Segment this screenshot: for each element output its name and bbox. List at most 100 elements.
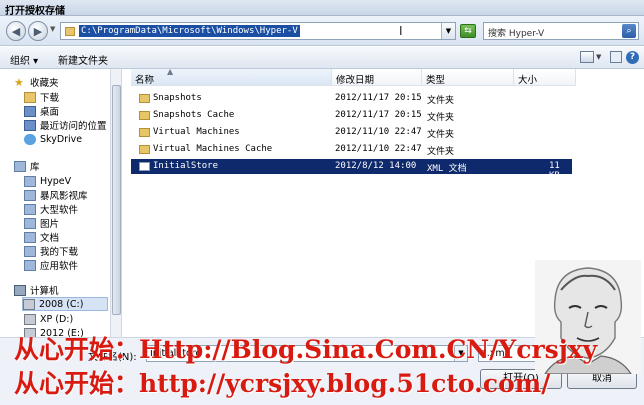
desktop-icon: [24, 105, 36, 117]
library-icon: [24, 175, 36, 187]
file-date: 2012/11/17 20:15: [335, 110, 422, 120]
computer-icon: [14, 284, 26, 296]
sidebar-item-pictures[interactable]: 图片: [24, 216, 59, 230]
organize-menu[interactable]: 组织 ▾: [10, 52, 38, 67]
help-icon[interactable]: ?: [626, 51, 639, 64]
xml-file-icon: [139, 162, 150, 171]
file-row-snapshots-cache[interactable]: Snapshots Cache 2012/11/17 20:15 文件夹: [131, 108, 572, 123]
folder-icon: [139, 111, 150, 120]
forward-button[interactable]: ▶: [28, 21, 48, 41]
sidebar-item-drive-d[interactable]: XP (D:): [24, 312, 73, 326]
address-path[interactable]: C:\ProgramData\Microsoft\Windows\Hyper-V: [79, 25, 300, 37]
sidebar-section-label: 计算机: [30, 286, 59, 297]
sidebar-item-label: 2008 (C:): [39, 298, 84, 310]
pictures-icon: [24, 217, 36, 229]
navigation-bar: ◀ ▶ ▼ C:\ProgramData\Microsoft\Windows\H…: [0, 16, 644, 46]
sidebar-item-label: SkyDrive: [40, 133, 83, 145]
sidebar-scrollbar[interactable]: [110, 69, 121, 337]
sidebar-item-label: 最近访问的位置: [40, 121, 107, 132]
sidebar-item-label: 我的下载: [40, 247, 79, 258]
command-toolbar: 组织 ▾ 新建文件夹 ▼ ?: [0, 47, 644, 69]
folder-icon: [139, 145, 150, 154]
sidebar-item-label: 文档: [40, 233, 60, 244]
column-header-type[interactable]: 类型: [422, 69, 514, 86]
search-placeholder: 搜索 Hyper-V: [488, 29, 545, 39]
search-input[interactable]: 搜索 Hyper-V ⌕: [483, 22, 639, 40]
arrow-left-icon: ◀: [11, 24, 21, 38]
file-row-snapshots[interactable]: Snapshots 2012/11/17 20:15 文件夹: [131, 91, 572, 106]
file-row-virtual-machines[interactable]: Virtual Machines 2012/11/10 22:47 文件夹: [131, 125, 572, 140]
sort-ascending-icon: ▲: [167, 67, 174, 76]
sidebar-item-label: 暴风影视库: [40, 191, 88, 202]
sidebar-item-recent-places[interactable]: 最近访问的位置: [24, 118, 107, 132]
file-name: Virtual Machines Cache: [153, 144, 273, 154]
sidebar-item-label: XP (D:): [40, 313, 74, 325]
watermark-line-2: 从心开始：http://ycrsjxy.blog.51cto.com/: [14, 369, 551, 398]
sidebar-item-label: 应用软件: [40, 261, 79, 272]
file-name: Snapshots: [153, 93, 202, 103]
file-date: 2012/8/12 14:00: [335, 161, 417, 171]
folder-icon: [139, 94, 150, 103]
file-name: InitialStore: [153, 161, 219, 171]
refresh-icon: ⇆: [464, 26, 472, 36]
refresh-button[interactable]: ⇆: [460, 24, 476, 38]
downloads-folder-icon: [24, 91, 36, 103]
file-row-initialstore[interactable]: InitialStore 2012/8/12 14:00 XML 文档 11 K…: [131, 159, 572, 181]
arrow-right-icon: ▶: [33, 24, 43, 38]
sidebar-section-label: 收藏夹: [30, 78, 59, 89]
sidebar-item-label: 大型软件: [40, 205, 79, 216]
sidebar-item-downloads[interactable]: 下载: [24, 90, 59, 104]
file-row-virtual-machines-cache[interactable]: Virtual Machines Cache 2012/11/10 22:47 …: [131, 142, 572, 157]
sidebar-computer-header[interactable]: 计算机: [14, 283, 59, 297]
sidebar-item-label: 图片: [40, 219, 60, 230]
file-type: 文件夹: [427, 147, 455, 157]
sidebar-item-applications[interactable]: 应用软件: [24, 258, 78, 272]
file-date: 2012/11/10 22:47: [335, 127, 422, 137]
sidebar-item-video-library[interactable]: 暴风影视库: [24, 188, 88, 202]
library-icon: [24, 189, 36, 201]
view-options-icon[interactable]: [580, 51, 594, 63]
sidebar-item-skydrive[interactable]: SkyDrive: [24, 132, 82, 146]
drive-icon: [23, 298, 35, 310]
library-icon: [14, 160, 26, 172]
sidebar-item-large-software[interactable]: 大型软件: [24, 202, 78, 216]
navigation-pane: ★ 收藏夹 下载 桌面 最近访问的位置 SkyDrive 库 HypeV 暴风影…: [0, 69, 122, 337]
address-dropdown-button[interactable]: ▼: [441, 23, 455, 39]
column-header-date[interactable]: 修改日期: [332, 69, 422, 86]
address-bar[interactable]: C:\ProgramData\Microsoft\Windows\Hyper-V…: [60, 22, 456, 40]
column-label: 名称: [135, 75, 155, 86]
file-type: XML 文档: [427, 164, 467, 174]
library-icon: [24, 203, 36, 215]
folder-icon: [139, 128, 150, 137]
scrollbar-thumb[interactable]: [112, 85, 121, 315]
window-title: 打开授权存储: [5, 6, 65, 17]
sidebar-favorites-header[interactable]: ★ 收藏夹: [14, 75, 59, 90]
star-icon: ★: [14, 75, 24, 89]
sidebar-library-header[interactable]: 库: [14, 159, 40, 173]
back-button[interactable]: ◀: [6, 21, 26, 41]
sidebar-item-my-downloads[interactable]: 我的下载: [24, 244, 78, 258]
view-dropdown-icon[interactable]: ▼: [596, 53, 601, 61]
documents-icon: [24, 231, 36, 243]
text-cursor-icon: I: [399, 24, 403, 38]
sidebar-item-drive-c[interactable]: 2008 (C:): [22, 297, 108, 311]
folder-icon: [65, 26, 75, 36]
search-icon[interactable]: ⌕: [622, 24, 636, 38]
file-name: Virtual Machines: [153, 127, 240, 137]
column-header-name[interactable]: ▲ 名称: [131, 67, 332, 86]
sidebar-item-desktop[interactable]: 桌面: [24, 104, 59, 118]
file-type: 文件夹: [427, 96, 455, 106]
title-bar: 打开授权存储: [0, 0, 644, 17]
new-folder-button[interactable]: 新建文件夹: [58, 52, 108, 67]
recent-places-icon: [24, 119, 36, 131]
sidebar-item-hypev[interactable]: HypeV: [24, 174, 71, 188]
cloud-icon: [24, 133, 36, 145]
column-header-size[interactable]: 大小: [514, 69, 576, 86]
file-type: 文件夹: [427, 113, 455, 123]
recent-pages-dropdown[interactable]: ▼: [50, 25, 55, 33]
sidebar-item-documents[interactable]: 文档: [24, 230, 59, 244]
file-size: 11 KB: [549, 161, 560, 181]
preview-pane-icon[interactable]: [610, 51, 622, 63]
file-date: 2012/11/10 22:47: [335, 144, 422, 154]
library-icon: [24, 245, 36, 257]
